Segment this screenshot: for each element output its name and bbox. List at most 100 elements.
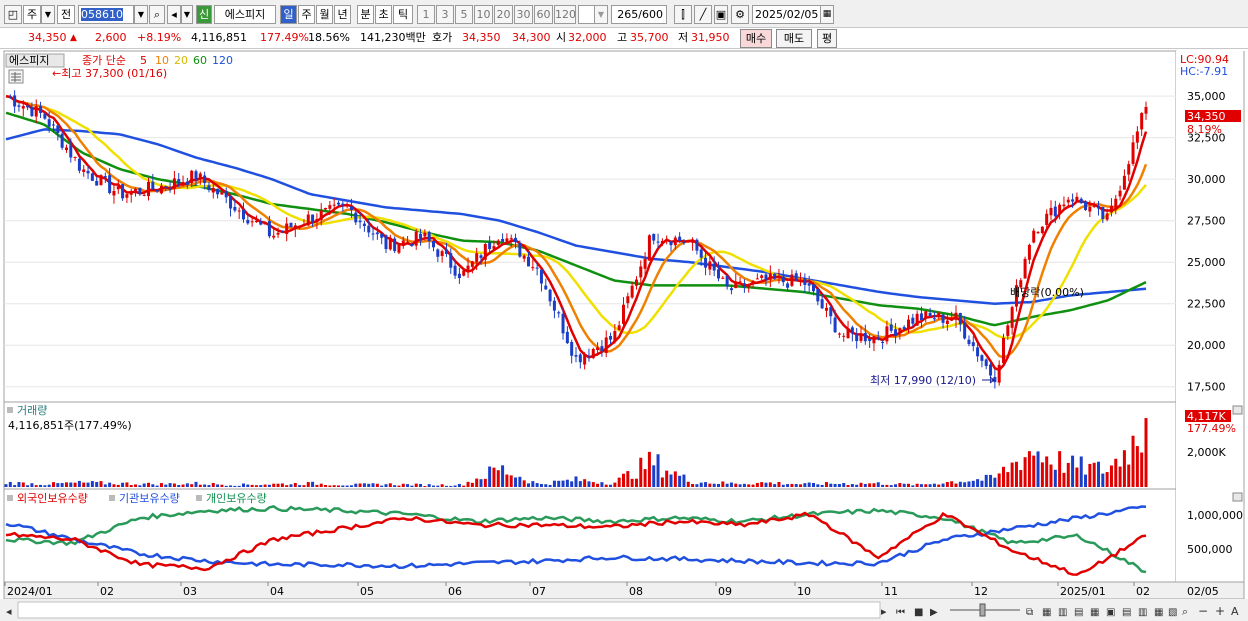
- volume-bar: [837, 484, 841, 487]
- candle-body: [229, 196, 233, 209]
- avg-button[interactable]: 평: [817, 29, 837, 48]
- volume-bar: [600, 482, 604, 487]
- candle-body: [958, 312, 962, 325]
- candle-body: [69, 145, 73, 158]
- zoom-out-icon[interactable]: −: [1198, 604, 1208, 618]
- candle-body: [108, 175, 112, 193]
- candle-body: [755, 278, 759, 280]
- candle-body: [371, 233, 375, 235]
- interval-3[interactable]: 3: [436, 5, 454, 24]
- panel-collapse-icon[interactable]: [1232, 405, 1243, 415]
- play-icon[interactable]: ▶: [930, 607, 938, 618]
- scroll-right-icon[interactable]: ▸: [881, 605, 887, 618]
- interval-60[interactable]: 60: [534, 5, 553, 24]
- month-label: 02: [1136, 585, 1150, 598]
- play-back-icon[interactable]: ⏮: [896, 607, 905, 618]
- volume-bar: [505, 474, 509, 487]
- volume-bar: [73, 482, 77, 487]
- interval-10[interactable]: 10: [474, 5, 493, 24]
- high-label: 고: [617, 31, 628, 44]
- candle-body: [26, 105, 30, 108]
- period-tab-week[interactable]: 주: [298, 5, 315, 24]
- interval-5[interactable]: 5: [455, 5, 473, 24]
- scroll-left-icon[interactable]: ◂: [6, 605, 12, 618]
- volume-bar: [967, 481, 971, 487]
- scroll-track[interactable]: [17, 601, 881, 619]
- bar-count-field[interactable]: 265/600: [611, 5, 667, 24]
- volume-bar: [665, 470, 669, 487]
- candle-body: [138, 187, 142, 194]
- stop-icon[interactable]: ■: [914, 607, 923, 618]
- calendar-icon[interactable]: ▦: [820, 5, 834, 24]
- period-tab-second[interactable]: 초: [375, 5, 392, 24]
- chevron-down-icon[interactable]: ▼: [41, 5, 55, 24]
- layout2-icon[interactable]: ▣: [1106, 607, 1115, 618]
- volume-bar: [242, 483, 245, 487]
- align-icon[interactable]: ▥: [1058, 607, 1067, 618]
- volume-bar: [142, 483, 146, 487]
- market-all-select[interactable]: 전: [57, 5, 75, 24]
- layout4-icon[interactable]: ▥: [1138, 607, 1147, 618]
- volume-bar: [544, 484, 548, 487]
- zoom-slider-handle[interactable]: [979, 603, 986, 617]
- month-label: 02: [100, 585, 114, 598]
- interval-20[interactable]: 20: [494, 5, 513, 24]
- speaker-icon[interactable]: ◂: [167, 5, 181, 24]
- zoom-in-icon[interactable]: +: [1215, 604, 1225, 618]
- candle-type-icon[interactable]: ⫿: [674, 5, 692, 24]
- chevron-down-icon[interactable]: ▼: [594, 5, 608, 24]
- sell-button[interactable]: 매도: [776, 29, 812, 48]
- volume-bar: [134, 484, 138, 487]
- volume-bar: [945, 481, 949, 487]
- grid2-icon[interactable]: ▦: [1090, 607, 1099, 618]
- layout-icon[interactable]: ▤: [1074, 607, 1083, 618]
- candle-body: [181, 182, 185, 185]
- candle-body: [388, 237, 392, 250]
- panel-collapse-icon[interactable]: [1232, 492, 1243, 502]
- volume-bar: [673, 471, 677, 487]
- interval-120[interactable]: 120: [554, 5, 576, 24]
- period-tab-year[interactable]: 년: [334, 5, 351, 24]
- period-tab-tick[interactable]: 틱: [393, 5, 413, 24]
- volume-bar: [738, 484, 742, 487]
- volume-bar: [894, 484, 898, 487]
- font-size-icon[interactable]: A: [1231, 605, 1239, 618]
- chevron-down-icon[interactable]: ▼: [134, 5, 148, 24]
- candle-body: [907, 319, 910, 329]
- candle-body: [250, 221, 254, 223]
- period-tab-day[interactable]: 일: [280, 5, 297, 24]
- zoom-search-icon[interactable]: ⌕: [1182, 605, 1188, 618]
- volume-bar: [462, 485, 466, 487]
- candle-body: [129, 191, 133, 195]
- buy-button[interactable]: 매수: [740, 29, 772, 48]
- volume-bar: [587, 481, 591, 487]
- market-type-select[interactable]: 주: [23, 5, 41, 24]
- interval-30[interactable]: 30: [514, 5, 533, 24]
- interval-1[interactable]: 1: [417, 5, 435, 24]
- candle-body: [816, 288, 820, 302]
- draw-tool-icon[interactable]: ╱: [694, 5, 712, 24]
- save-icon[interactable]: ▣: [714, 5, 728, 24]
- volume-bar: [358, 483, 362, 487]
- volume-bar: [829, 483, 833, 487]
- layout6-icon[interactable]: ▧: [1168, 607, 1177, 618]
- chevron-down-icon[interactable]: ▼: [181, 5, 193, 24]
- stock-name-field[interactable]: 에스피지: [214, 5, 276, 24]
- chart-menu-icon[interactable]: ◰: [4, 5, 22, 24]
- volume-bar: [95, 482, 99, 487]
- period-tab-minute[interactable]: 분: [357, 5, 374, 24]
- layout3-icon[interactable]: ▤: [1122, 607, 1131, 618]
- candle-body: [997, 364, 1001, 383]
- period-tab-month[interactable]: 월: [316, 5, 333, 24]
- volume-bar: [34, 485, 38, 487]
- candle-body: [837, 333, 841, 335]
- stock-code-input[interactable]: 058610: [78, 5, 134, 24]
- candle-body: [898, 328, 902, 334]
- volume-bar: [436, 485, 440, 487]
- search-icon[interactable]: ⌕: [149, 5, 165, 24]
- layout5-icon[interactable]: ▦: [1154, 607, 1163, 618]
- grid-icon[interactable]: ▦: [1042, 607, 1051, 618]
- candle-body: [850, 327, 854, 334]
- fit-icon[interactable]: ⧉: [1026, 607, 1033, 618]
- gear-icon[interactable]: ⚙: [731, 5, 749, 24]
